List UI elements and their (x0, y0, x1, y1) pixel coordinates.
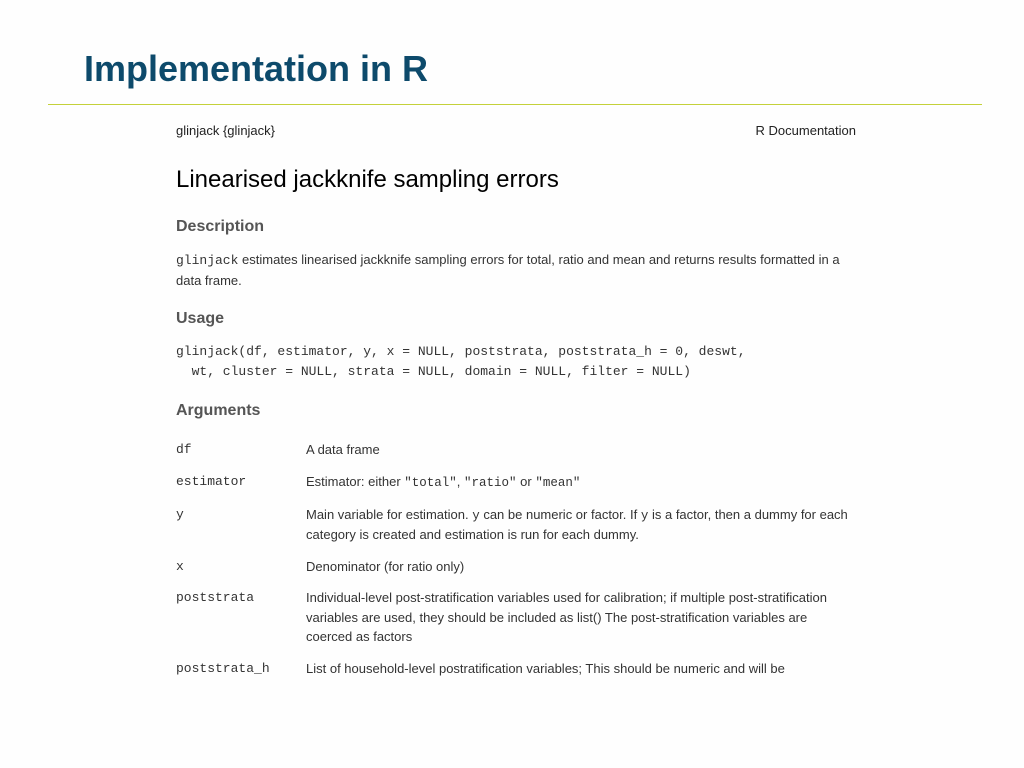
text: can be numeric or factor. If (480, 507, 641, 522)
description-body: estimates linearised jackknife sampling … (176, 252, 840, 288)
doc-header: glinjack {glinjack} R Documentation (176, 123, 856, 138)
r-doc-container: glinjack {glinjack} R Documentation Line… (176, 123, 856, 684)
arg-name: estimator (176, 466, 306, 499)
arg-name: poststrata (176, 582, 306, 653)
arg-desc: Individual-level post-stratification var… (306, 582, 856, 653)
text: Estimator: either (306, 474, 404, 489)
title-divider (48, 104, 982, 105)
code-literal: "mean" (535, 476, 580, 490)
usage-code: glinjack(df, estimator, y, x = NULL, pos… (176, 342, 856, 382)
description-text: glinjack estimates linearised jackknife … (176, 250, 856, 290)
table-row: poststrata_h List of household-level pos… (176, 653, 856, 685)
arg-name: y (176, 499, 306, 551)
text: Main variable for estimation. (306, 507, 472, 522)
table-row: estimator Estimator: either "total", "ra… (176, 466, 856, 499)
arg-desc: Estimator: either "total", "ratio" or "m… (306, 466, 856, 499)
table-row: x Denominator (for ratio only) (176, 551, 856, 583)
arg-name: x (176, 551, 306, 583)
text: or (517, 474, 536, 489)
text: , (457, 474, 464, 489)
slide-title: Implementation in R (0, 0, 1024, 104)
doc-title: Linearised jackknife sampling errors (176, 166, 856, 194)
arg-desc: Main variable for estimation. y can be n… (306, 499, 856, 551)
table-row: poststrata Individual-level post-stratif… (176, 582, 856, 653)
code-literal: "total" (404, 476, 457, 490)
arguments-table: df A data frame estimator Estimator: eit… (176, 434, 856, 684)
code-literal: "ratio" (464, 476, 517, 490)
table-row: y Main variable for estimation. y can be… (176, 499, 856, 551)
func-name: glinjack (176, 253, 238, 268)
arg-desc: List of household-level postratification… (306, 653, 856, 685)
section-usage: Usage (176, 310, 856, 328)
arg-desc: Denominator (for ratio only) (306, 551, 856, 583)
section-arguments: Arguments (176, 402, 856, 420)
arg-desc: A data frame (306, 434, 856, 466)
code-literal: y (472, 509, 480, 523)
doc-package-label: glinjack {glinjack} (176, 123, 275, 138)
table-row: df A data frame (176, 434, 856, 466)
doc-type-label: R Documentation (756, 123, 856, 138)
section-description: Description (176, 218, 856, 236)
arg-name: poststrata_h (176, 653, 306, 685)
arg-name: df (176, 434, 306, 466)
